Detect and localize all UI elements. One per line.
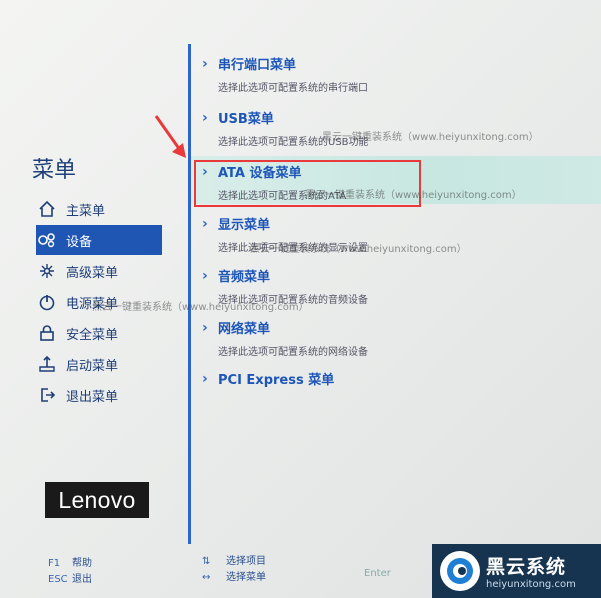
exit-hint: ESC 退出 [48,574,92,585]
advanced-icon [36,260,58,282]
select-item-hint: ⇅ 选择项目 [202,556,266,567]
select-menu-hint: ↔ 选择菜单 [202,572,266,583]
brand-name: 黑云系统 [486,556,567,578]
sidebar-item-label: 启动菜单 [66,358,119,374]
sidebar-item-boot[interactable]: 启动菜单 [36,349,118,379]
brand-logo-icon [440,551,480,591]
menu-entry-network[interactable]: › 网络菜单 选择此选项可配置系统的网络设备 [202,318,368,359]
watermark-text: 黑云一键重装系统（www.heiyunxitong.com） [305,190,522,201]
bios-screen: 菜单 主菜单 设备 高级菜单 电源菜单 安全菜单 启动菜单 退出菜单 Lenov… [0,0,601,598]
enter-hint: Enter [364,568,391,579]
chevron-right-icon: › [202,267,208,284]
lock-icon [36,322,58,344]
annotation-arrow-icon [154,115,186,158]
power-icon [36,291,58,313]
chevron-right-icon: › [202,319,208,336]
sidebar-item-main[interactable]: 主菜单 [36,194,105,224]
chevron-right-icon: › [202,55,208,72]
home-icon [36,198,58,220]
exit-icon [36,384,58,406]
sidebar-item-label: 退出菜单 [66,389,119,405]
brand-badge: 黑云系统 heiyunxitong.com [432,544,601,598]
sidebar-item-exit[interactable]: 退出菜单 [36,380,118,410]
sidebar-item-security[interactable]: 安全菜单 [36,318,118,348]
sidebar-item-label: 主菜单 [66,203,106,219]
help-hint: F1 帮助 [48,558,92,569]
sidebar-item-devices[interactable]: 设备 [36,225,162,255]
sidebar-item-label: 高级菜单 [66,265,119,281]
chevron-right-icon: › [202,109,208,126]
chevron-right-icon: › [202,370,208,387]
sidebar-item-advanced[interactable]: 高级菜单 [36,256,118,286]
watermark-text: 黑云一键重装系统（www.heiyunxitong.com） [250,244,467,255]
boot-icon [36,353,58,375]
brand-url: heiyunxitong.com [486,579,576,590]
devices-icon [36,229,58,251]
watermark-text: 黑云一键重装系统（www.heiyunxitong.com） [92,302,309,313]
sidebar-title: 菜单 [32,158,77,183]
lenovo-logo: Lenovo [45,482,149,518]
chevron-right-icon: › [202,215,208,232]
menu-entry-serial[interactable]: › 串行端口菜单 选择此选项可配置系统的串行端口 [202,54,368,95]
sidebar-item-label: 设备 [66,234,93,250]
watermark-text: 黑云一键重装系统（www.heiyunxitong.com） [322,132,539,143]
menu-entry-pci-express[interactable]: › PCI Express 菜单 [202,369,334,389]
sidebar-item-label: 安全菜单 [66,327,119,343]
